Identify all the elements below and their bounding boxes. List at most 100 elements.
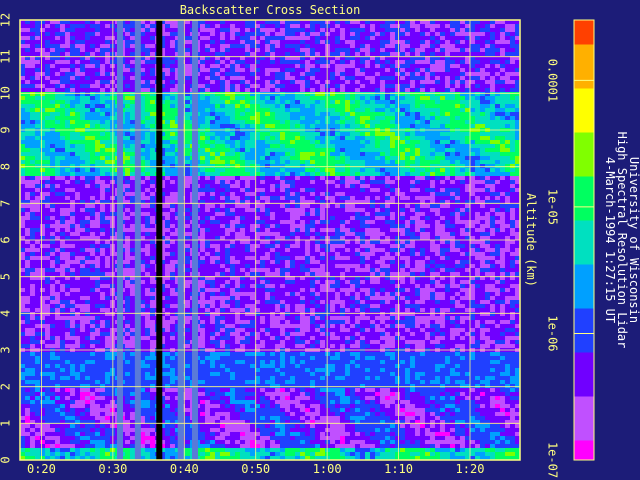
heatmap-cell	[330, 84, 335, 88]
heatmap-cell	[265, 108, 270, 112]
heatmap-cell	[445, 196, 450, 200]
heatmap-cell	[50, 76, 55, 80]
heatmap-cell	[450, 144, 455, 148]
heatmap-cell	[290, 100, 295, 104]
heatmap-cell	[250, 96, 255, 100]
heatmap-cell	[345, 160, 350, 164]
heatmap-cell	[455, 112, 460, 116]
heatmap-cell	[505, 188, 510, 192]
heatmap-cell	[435, 180, 440, 184]
heatmap-cell	[30, 76, 35, 80]
heatmap-cell	[225, 124, 230, 128]
heatmap-cell	[40, 168, 45, 172]
heatmap-cell	[130, 196, 135, 200]
heatmap-cell	[85, 76, 90, 80]
heatmap-cell	[310, 36, 315, 40]
heatmap-cell	[505, 172, 510, 176]
heatmap-cell	[200, 216, 205, 220]
heatmap-cell	[245, 116, 250, 120]
heatmap-cell	[230, 68, 235, 72]
heatmap-cell	[425, 168, 430, 172]
heatmap-cell	[425, 180, 430, 184]
heatmap-cell	[470, 80, 475, 84]
heatmap-cell	[80, 204, 85, 208]
heatmap-cell	[220, 208, 225, 212]
heatmap-cell	[480, 204, 485, 208]
heatmap-cell	[285, 208, 290, 212]
heatmap-cell	[310, 80, 315, 84]
heatmap-cell	[185, 68, 190, 72]
heatmap-cell	[435, 216, 440, 220]
heatmap-cell	[185, 32, 190, 36]
heatmap-cell	[305, 196, 310, 200]
heatmap-cell	[320, 148, 325, 152]
heatmap-cell	[230, 148, 235, 152]
heatmap-cell	[470, 104, 475, 108]
heatmap-cell	[30, 36, 35, 40]
heatmap-cell	[360, 192, 365, 196]
heatmap-cell	[380, 148, 385, 152]
heatmap-cell	[385, 120, 390, 124]
heatmap-cell	[390, 96, 395, 100]
heatmap-cell	[245, 196, 250, 200]
heatmap-cell	[295, 100, 300, 104]
heatmap-cell	[320, 36, 325, 40]
heatmap-cell	[275, 184, 280, 188]
heatmap-cell	[415, 76, 420, 80]
heatmap-cell	[130, 64, 135, 68]
heatmap-cell	[465, 104, 470, 108]
heatmap-cell	[370, 192, 375, 196]
heatmap-cell	[360, 152, 365, 156]
heatmap-cell	[260, 208, 265, 212]
heatmap-cell	[390, 72, 395, 76]
heatmap-cell	[150, 44, 155, 48]
heatmap-cell	[365, 32, 370, 36]
heatmap-cell	[60, 172, 65, 176]
heatmap-cell	[290, 160, 295, 164]
heatmap-cell	[320, 60, 325, 64]
heatmap-cell	[95, 52, 100, 56]
heatmap-cell	[80, 160, 85, 164]
heatmap-cell	[145, 180, 150, 184]
heatmap-cell	[450, 48, 455, 52]
heatmap-cell	[265, 60, 270, 64]
heatmap-cell	[480, 52, 485, 56]
heatmap-cell	[125, 124, 130, 128]
heatmap-cell	[500, 140, 505, 144]
heatmap-cell	[260, 92, 265, 96]
heatmap-cell	[220, 148, 225, 152]
heatmap-cell	[420, 172, 425, 176]
heatmap-cell	[345, 148, 350, 152]
heatmap-cell	[465, 192, 470, 196]
heatmap-cell	[290, 92, 295, 96]
heatmap-cell	[170, 160, 175, 164]
heatmap-cell	[105, 136, 110, 140]
heatmap-cell	[340, 124, 345, 128]
heatmap-cell	[130, 28, 135, 32]
heatmap-cell	[65, 28, 70, 32]
heatmap-cell	[185, 184, 190, 188]
heatmap-cell	[280, 144, 285, 148]
heatmap-cell	[360, 96, 365, 100]
heatmap-cell	[490, 144, 495, 148]
heatmap-cell	[205, 136, 210, 140]
heatmap-cell	[215, 100, 220, 104]
heatmap-cell	[440, 44, 445, 48]
heatmap-cell	[435, 152, 440, 156]
heatmap-cell	[350, 204, 355, 208]
heatmap-cell	[70, 104, 75, 108]
heatmap-cell	[85, 196, 90, 200]
heatmap-cell	[95, 172, 100, 176]
heatmap-cell	[295, 152, 300, 156]
heatmap-cell	[410, 148, 415, 152]
heatmap-cell	[150, 184, 155, 188]
heatmap-cell	[210, 188, 215, 192]
heatmap-cell	[360, 72, 365, 76]
heatmap-cell	[365, 68, 370, 72]
heatmap-cell	[215, 84, 220, 88]
heatmap-cell	[75, 60, 80, 64]
heatmap-cell	[375, 168, 380, 172]
heatmap-cell	[475, 108, 480, 112]
heatmap-cell	[495, 160, 500, 164]
heatmap-cell	[70, 60, 75, 64]
